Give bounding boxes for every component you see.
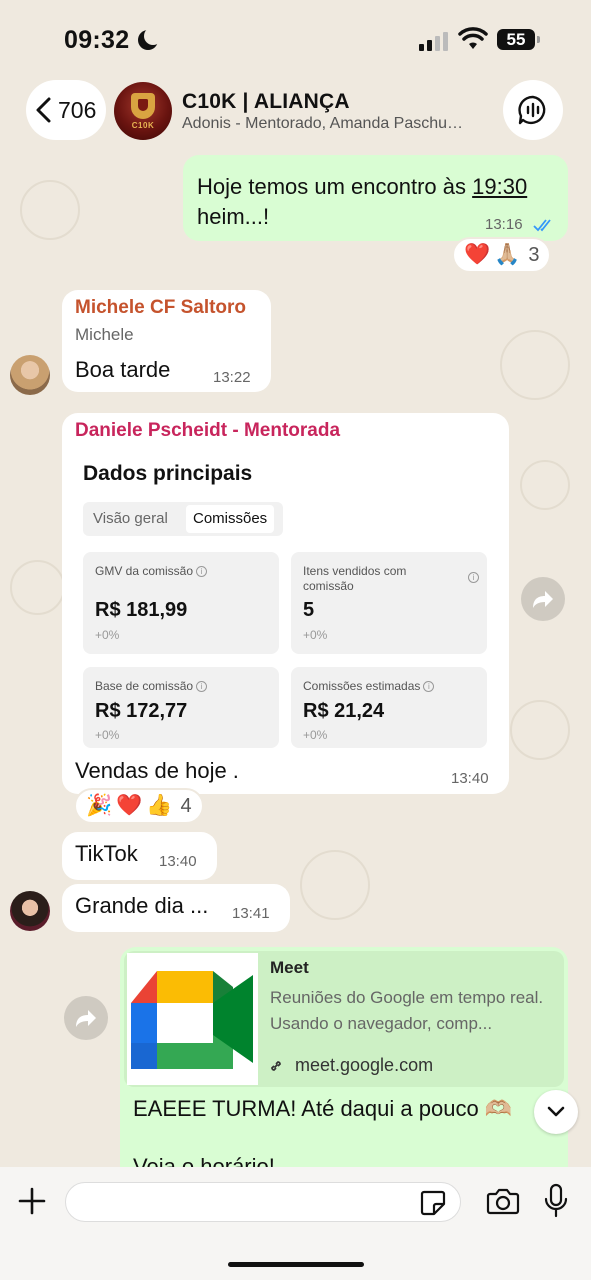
back-chevron-icon <box>36 97 51 123</box>
card-title: Dados principais <box>83 462 253 485</box>
microphone-icon[interactable] <box>543 1183 569 1219</box>
stat-delta: +0% <box>303 628 328 642</box>
forward-button[interactable] <box>64 996 108 1040</box>
reaction-heart: ❤️ <box>116 794 143 817</box>
message-input[interactable] <box>65 1182 461 1222</box>
scroll-to-bottom-button[interactable] <box>534 1090 578 1134</box>
message-reactions[interactable]: 🎉 ❤️ 👍 4 <box>74 788 204 824</box>
message-time: 13:40 <box>159 853 197 870</box>
sender-name[interactable]: Daniele Pscheidt - Mentorada <box>75 420 340 442</box>
stat-value: R$ 172,77 <box>95 700 188 722</box>
message-text: Grande dia ... <box>75 893 209 918</box>
wallpaper-doodle <box>20 180 80 240</box>
stat-card: Comissões estimadas i R$ 21,24 +0% <box>291 667 487 748</box>
stat-value: R$ 181,99 <box>95 599 188 621</box>
read-receipt-icon <box>533 219 551 232</box>
message-text-part: Hoje temos um encontro às <box>197 174 473 199</box>
group-name[interactable]: C10K | ALIANÇA <box>182 90 350 114</box>
sticker-icon[interactable] <box>419 1189 447 1217</box>
status-time: 09:32 <box>64 26 130 54</box>
google-meet-logo-icon <box>127 953 258 1085</box>
stat-label-text: GMV da comissão <box>95 564 194 578</box>
cellular-signal-icon <box>419 31 451 51</box>
sender-name[interactable]: Michele CF Saltoro <box>75 297 246 319</box>
wallpaper-doodle <box>520 460 570 510</box>
focus-moon-icon <box>138 27 162 50</box>
sender-subname: Michele <box>75 325 134 344</box>
reaction-pray: 🙏🏼 <box>494 243 521 266</box>
stat-label: Comissões estimadas i <box>303 679 435 694</box>
tab-comissoes: Comissões <box>186 505 275 533</box>
message-time: 13:40 <box>451 770 489 787</box>
voice-chat-button[interactable] <box>503 80 563 140</box>
link-url[interactable]: meet.google.com <box>295 1055 433 1076</box>
message-reactions[interactable]: ❤️ 🙏🏼 3 <box>452 237 552 273</box>
segmented-control: Visão geral Comissões <box>83 502 283 536</box>
sender-avatar[interactable] <box>10 355 50 395</box>
wallpaper-doodle <box>300 850 370 920</box>
message-text: Hoje temos um encontro às 19:30 <box>197 174 527 200</box>
time-link[interactable]: 19:30 <box>472 174 527 199</box>
tab-visao-geral: Visão geral <box>93 510 168 527</box>
back-button[interactable]: 706 <box>26 80 106 140</box>
wallpaper-doodle <box>10 560 65 615</box>
stat-label-text: Comissões estimadas <box>303 679 421 693</box>
stat-label: Itens vendidos com comissão <box>303 564 407 593</box>
link-description: Reuniões do Google em tempo real. Usando… <box>270 988 544 1033</box>
info-icon: i <box>423 681 435 693</box>
group-members[interactable]: Adonis - Mentorado, Amanda Paschu… <box>182 115 487 133</box>
group-avatar[interactable]: C10K <box>114 82 172 140</box>
stat-card: Itens vendidos com comissão i 5 +0% <box>291 552 487 654</box>
plus-icon[interactable] <box>17 1186 47 1216</box>
stat-card: Base de comissão i R$ 172,77 +0% <box>83 667 279 748</box>
message-time: 13:16 <box>485 216 523 233</box>
info-icon: i <box>468 572 479 583</box>
shield-logo-icon <box>131 93 155 119</box>
link-title: Meet <box>270 958 309 977</box>
stat-label: GMV da comissão i <box>95 564 208 579</box>
voice-chat-icon <box>518 95 546 125</box>
camera-icon[interactable] <box>486 1186 520 1216</box>
message-text: Boa tarde <box>75 357 171 382</box>
chevron-down-icon <box>547 1106 565 1117</box>
stat-card: GMV da comissão i R$ 181,99 +0% <box>83 552 279 654</box>
stat-label: Base de comissão i <box>95 679 208 694</box>
wallpaper-doodle <box>500 330 570 400</box>
avatar-logo-text: C10K <box>131 121 155 130</box>
reaction-party: 🎉 <box>86 794 113 817</box>
info-icon: i <box>196 681 208 693</box>
message-text: EAEEE TURMA! Até daqui a pouco 🫶🏼 <box>133 1096 513 1121</box>
stat-delta: +0% <box>95 628 120 642</box>
battery-indicator: 55 <box>497 29 540 50</box>
wallpaper-doodle <box>510 700 570 760</box>
reaction-thumbs-up: 👍 <box>146 794 173 817</box>
message-time: 13:41 <box>232 905 270 922</box>
unread-count: 706 <box>58 96 97 123</box>
link-icon <box>271 1061 281 1071</box>
image-caption: Vendas de hoje . <box>75 758 239 783</box>
stat-value: R$ 21,24 <box>303 700 385 722</box>
home-indicator <box>228 1262 364 1267</box>
message-text-line2: heim...! <box>197 204 270 229</box>
message-time: 13:22 <box>213 369 251 386</box>
forward-icon <box>76 1010 96 1027</box>
wifi-icon <box>458 27 488 49</box>
forward-icon <box>533 591 553 608</box>
message-text: TikTok <box>75 841 138 866</box>
stat-value: 5 <box>303 599 315 621</box>
stat-delta: +0% <box>95 728 120 742</box>
info-icon: i <box>196 566 208 578</box>
sender-avatar[interactable] <box>10 891 50 931</box>
forward-button[interactable] <box>521 577 565 621</box>
reaction-heart: ❤️ <box>464 243 491 266</box>
stat-label-text: Base de comissão <box>95 679 194 693</box>
reaction-count: 3 <box>528 243 540 266</box>
stat-delta: +0% <box>303 728 328 742</box>
reaction-count: 4 <box>180 794 192 817</box>
